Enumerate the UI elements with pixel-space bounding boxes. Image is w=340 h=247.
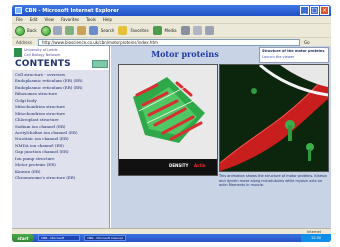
- resources-title: Structure of the motor proteins: [262, 49, 325, 53]
- contents-heading: CONTENTS: [15, 59, 71, 69]
- menu-help[interactable]: Help: [103, 17, 112, 22]
- description-text: This animation shows the structure of mo…: [219, 174, 328, 188]
- status-zone: Internet: [307, 229, 321, 234]
- contents-link[interactable]: Chromosome's structure (ER): [15, 175, 109, 181]
- ie-app-icon: [15, 7, 22, 14]
- sidebar-header: University of Leeds Cell Biology Network…: [12, 46, 109, 70]
- main-panel: Motor proteins Structure of the motor pr…: [111, 46, 331, 228]
- site-name-line2: Cell Biology Network: [24, 53, 61, 57]
- media-icon[interactable]: [152, 26, 162, 35]
- contents-list: Cell structure - overview Endoplasmic re…: [12, 70, 109, 181]
- stop-icon[interactable]: [52, 26, 62, 35]
- menu-file[interactable]: File: [16, 17, 23, 22]
- menu-edit[interactable]: Edit: [30, 17, 38, 22]
- find-button[interactable]: [92, 60, 108, 68]
- maximize-button[interactable]: □: [310, 6, 319, 15]
- home-icon[interactable]: [76, 26, 86, 35]
- search-button-label[interactable]: Search: [101, 28, 115, 33]
- back-arrow-icon[interactable]: [15, 25, 25, 36]
- site-name-line1: University of Leeds: [24, 48, 58, 52]
- favorites-star-icon[interactable]: [118, 26, 128, 35]
- close-button[interactable]: ×: [320, 6, 329, 15]
- back-button-label[interactable]: Back: [27, 28, 37, 33]
- model-caption: DENSITY: [169, 163, 189, 168]
- window-titlebar: CBN - Microsoft Internet Explorer _ □ ×: [12, 5, 331, 16]
- page-title: Motor proteins: [151, 49, 219, 59]
- minimize-button[interactable]: _: [300, 6, 309, 15]
- forward-arrow-icon[interactable]: [40, 25, 51, 36]
- screen: CBN - Microsoft Internet Explorer _ □ × …: [12, 5, 331, 242]
- page-content: University of Leeds Cell Biology Network…: [12, 46, 331, 228]
- browser-toolbar: Back Search Favorites Media: [12, 23, 331, 37]
- window-controls: _ □ ×: [300, 6, 329, 15]
- start-button[interactable]: start: [12, 234, 34, 242]
- address-label: Address: [16, 39, 32, 45]
- site-logo: [14, 48, 22, 57]
- search-icon[interactable]: [88, 26, 98, 35]
- taskbar-item[interactable]: CBN - Microsoft: [38, 235, 80, 241]
- refresh-icon[interactable]: [64, 26, 74, 35]
- favorites-button-label[interactable]: Favorites: [130, 28, 148, 33]
- print-icon[interactable]: [204, 26, 214, 35]
- resources-link[interactable]: Launch the viewer: [262, 55, 326, 59]
- motor-protein-model-image[interactable]: [118, 64, 218, 176]
- menu-view[interactable]: View: [44, 17, 54, 22]
- menu-favorites[interactable]: Favorites: [61, 17, 79, 22]
- filament-structure-image[interactable]: [219, 63, 329, 172]
- menu-tools[interactable]: Tools: [86, 17, 96, 22]
- address-input[interactable]: http://www.bioscience.co.uk/cbn/motorpro…: [38, 38, 300, 46]
- menu-bar: File Edit View Favorites Tools Help: [12, 16, 331, 23]
- window-title: CBN - Microsoft Internet Explorer: [25, 7, 119, 14]
- model-caption-highlight: Actin: [194, 163, 206, 168]
- go-button[interactable]: Go: [304, 40, 310, 45]
- taskbar-item-active[interactable]: CBN - Microsoft Internet: [84, 235, 126, 241]
- system-tray-clock: 12:00: [301, 234, 331, 242]
- taskbar: start CBN - Microsoft CBN - Microsoft In…: [12, 234, 331, 242]
- address-bar: Address http://www.bioscience.co.uk/cbn/…: [12, 37, 331, 46]
- resources-box: Structure of the motor proteins Launch t…: [259, 47, 329, 63]
- mail-icon[interactable]: [192, 26, 202, 35]
- history-icon[interactable]: [180, 26, 190, 35]
- contents-sidebar: University of Leeds Cell Biology Network…: [12, 46, 110, 228]
- media-button-label[interactable]: Media: [165, 28, 177, 33]
